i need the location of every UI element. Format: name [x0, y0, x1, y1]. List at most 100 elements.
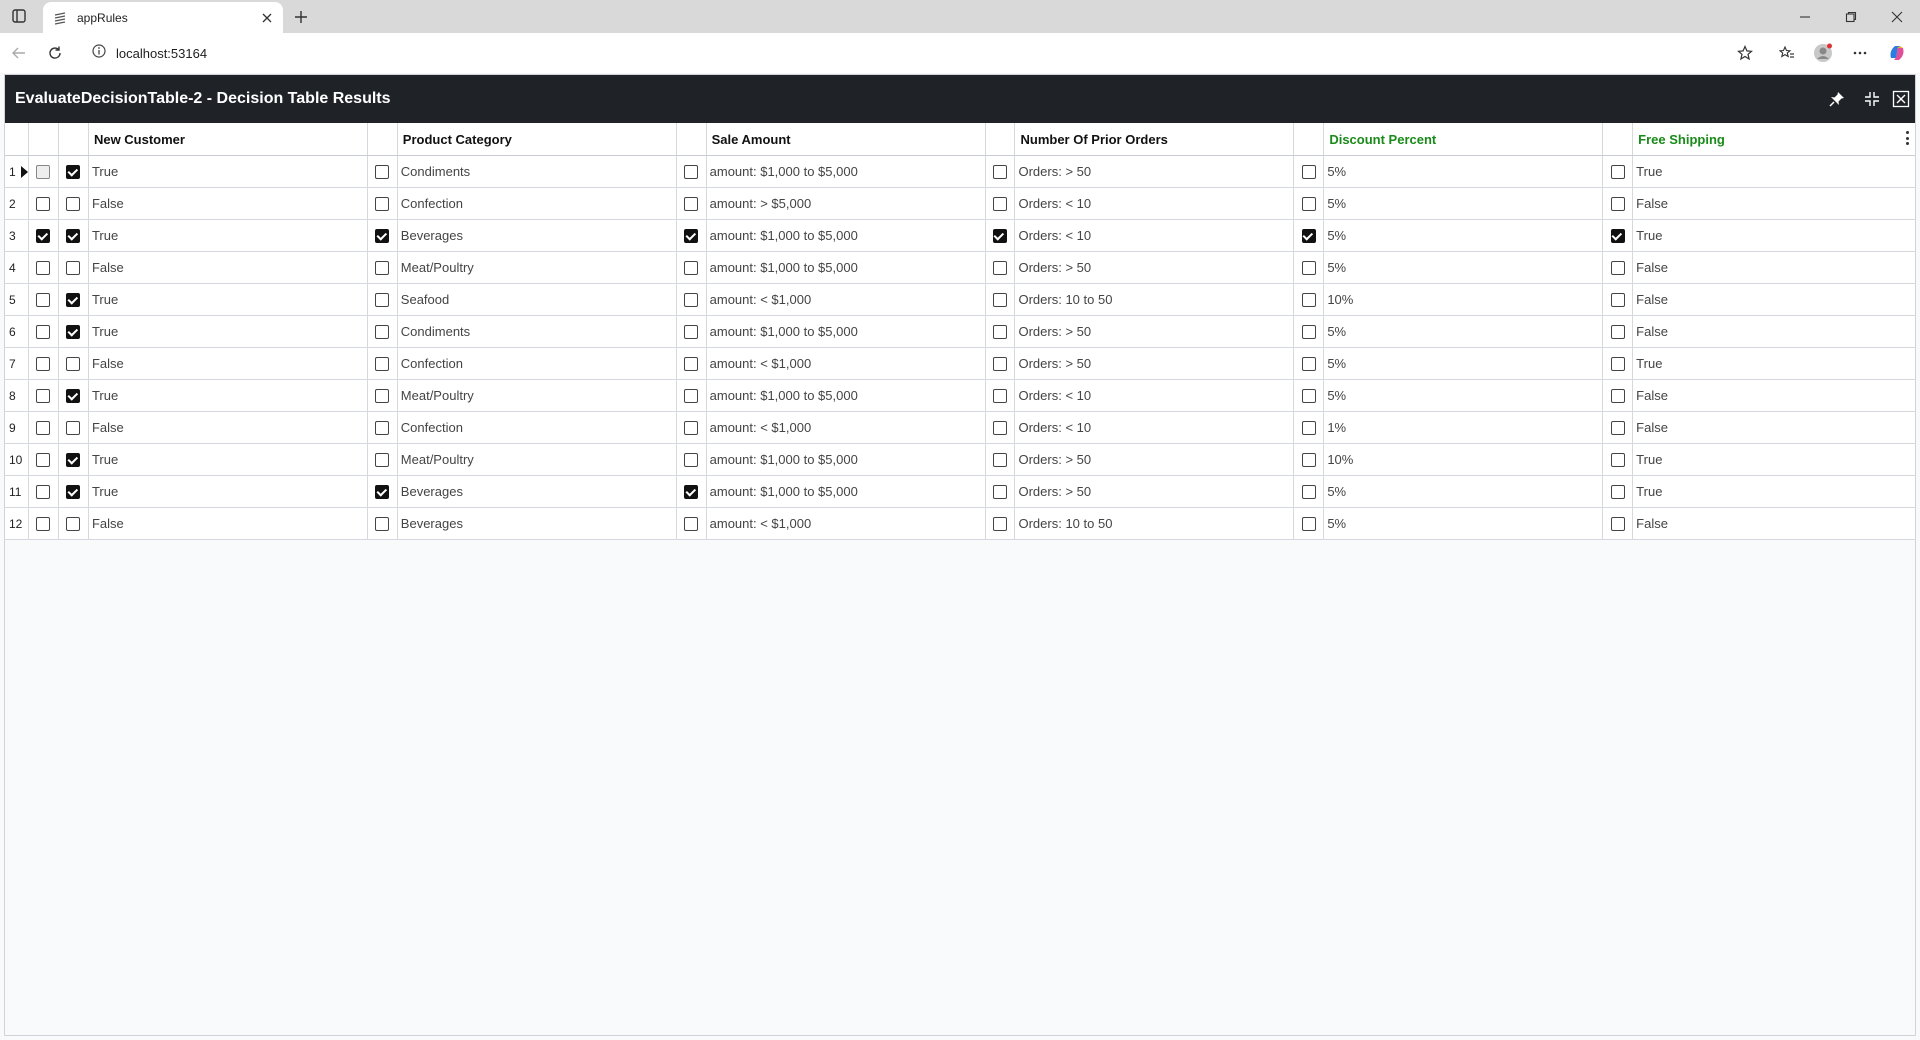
cell-value[interactable]: 5%	[1324, 316, 1604, 347]
cell-checkbox[interactable]	[66, 292, 81, 307]
row-select-checkbox[interactable]	[36, 228, 51, 243]
cell-value[interactable]: Orders: 10 to 50	[1015, 508, 1295, 539]
cell-value[interactable]: amount: < $1,000	[707, 508, 986, 539]
table-row[interactable]: 11 True Beverages amount: $1,000 to $5,000 O…	[5, 476, 1915, 508]
back-icon[interactable]	[8, 42, 30, 64]
table-row[interactable]: 1 True Condiments amount: $1,000 to $5,000 O…	[5, 156, 1915, 188]
reload-icon[interactable]	[44, 42, 66, 64]
cell-value[interactable]: 10%	[1324, 444, 1604, 475]
cell-checkbox[interactable]	[1610, 388, 1625, 403]
cell-checkbox[interactable]	[684, 452, 699, 467]
cell-value[interactable]: True	[1633, 156, 1915, 187]
cell-checkbox[interactable]	[684, 484, 699, 499]
cell-value[interactable]: False	[89, 188, 368, 219]
table-row[interactable]: 12 False Beverages amount: < $1,000 Orders: …	[5, 508, 1915, 540]
cell-value[interactable]: Confection	[398, 348, 677, 379]
cell-value[interactable]: False	[89, 508, 368, 539]
cell-checkbox[interactable]	[66, 452, 81, 467]
row-select-checkbox[interactable]	[36, 196, 51, 211]
cell-value[interactable]: Confection	[398, 412, 677, 443]
row-select-checkbox[interactable]	[36, 324, 51, 339]
row-select-checkbox[interactable]	[36, 516, 51, 531]
cell-checkbox[interactable]	[992, 388, 1007, 403]
cell-checkbox[interactable]	[66, 516, 81, 531]
minimize-icon[interactable]	[1782, 0, 1828, 33]
cell-checkbox[interactable]	[66, 228, 81, 243]
cell-value[interactable]: 5%	[1324, 188, 1604, 219]
collapse-icon[interactable]	[1862, 89, 1882, 109]
cell-value[interactable]: 5%	[1324, 220, 1604, 251]
cell-value[interactable]: Confection	[398, 188, 677, 219]
cell-value[interactable]: False	[89, 348, 368, 379]
cell-checkbox[interactable]	[375, 196, 390, 211]
cell-checkbox[interactable]	[375, 452, 390, 467]
cell-checkbox[interactable]	[1301, 388, 1316, 403]
cell-value[interactable]: True	[1633, 348, 1915, 379]
cell-checkbox[interactable]	[1610, 420, 1625, 435]
table-row[interactable]: 2 False Confection amount: > $5,000 Orders: …	[5, 188, 1915, 220]
cell-value[interactable]: Meat/Poultry	[398, 252, 677, 283]
cell-value[interactable]: Meat/Poultry	[398, 444, 677, 475]
cell-value[interactable]: False	[1633, 188, 1915, 219]
cell-checkbox[interactable]	[1610, 164, 1625, 179]
cell-value[interactable]: False	[1633, 508, 1915, 539]
cell-value[interactable]: amount: $1,000 to $5,000	[707, 316, 986, 347]
column-header[interactable]: New Customer	[89, 123, 368, 155]
cell-value[interactable]: amount: < $1,000	[707, 284, 986, 315]
cell-checkbox[interactable]	[1610, 292, 1625, 307]
cell-value[interactable]: Beverages	[398, 508, 677, 539]
sidebar-toggle-icon[interactable]	[10, 7, 28, 25]
cell-value[interactable]: False	[1633, 316, 1915, 347]
address-bar[interactable]: localhost:53164	[80, 37, 1760, 69]
cell-checkbox[interactable]	[1301, 196, 1316, 211]
cell-checkbox[interactable]	[375, 260, 390, 275]
pin-icon[interactable]	[1827, 89, 1847, 109]
cell-value[interactable]: Orders: > 50	[1015, 348, 1295, 379]
cell-checkbox[interactable]	[1610, 260, 1625, 275]
row-select-checkbox[interactable]	[36, 484, 51, 499]
favorite-star-icon[interactable]	[1734, 42, 1756, 64]
cell-value[interactable]: 5%	[1324, 380, 1604, 411]
cell-checkbox[interactable]	[684, 388, 699, 403]
cell-checkbox[interactable]	[684, 324, 699, 339]
more-options-icon[interactable]	[1849, 42, 1871, 64]
cell-value[interactable]: Orders: > 50	[1015, 156, 1295, 187]
cell-checkbox[interactable]	[66, 388, 81, 403]
cell-checkbox[interactable]	[375, 484, 390, 499]
cell-value[interactable]: Orders: > 50	[1015, 444, 1295, 475]
cell-value[interactable]: False	[1633, 380, 1915, 411]
table-row[interactable]: 5 True Seafood amount: < $1,000 Orders: 10 t…	[5, 284, 1915, 316]
cell-checkbox[interactable]	[66, 196, 81, 211]
cell-value[interactable]: Orders: > 50	[1015, 316, 1295, 347]
cell-value[interactable]: 10%	[1324, 284, 1604, 315]
cell-checkbox[interactable]	[375, 324, 390, 339]
column-header[interactable]: Free Shipping	[1633, 123, 1915, 155]
cell-value[interactable]: Seafood	[398, 284, 677, 315]
cell-value[interactable]: True	[1633, 220, 1915, 251]
cell-checkbox[interactable]	[1610, 356, 1625, 371]
cell-checkbox[interactable]	[684, 516, 699, 531]
cell-value[interactable]: True	[89, 476, 368, 507]
cell-checkbox[interactable]	[375, 388, 390, 403]
cell-value[interactable]: Orders: > 50	[1015, 252, 1295, 283]
cell-checkbox[interactable]	[1610, 516, 1625, 531]
cell-checkbox[interactable]	[1610, 228, 1625, 243]
cell-checkbox[interactable]	[992, 164, 1007, 179]
cell-value[interactable]: True	[89, 156, 368, 187]
cell-value[interactable]: Orders: < 10	[1015, 220, 1295, 251]
cell-checkbox[interactable]	[1301, 324, 1316, 339]
cell-value[interactable]: amount: < $1,000	[707, 348, 986, 379]
cell-value[interactable]: amount: < $1,000	[707, 412, 986, 443]
cell-value[interactable]: Meat/Poultry	[398, 380, 677, 411]
cell-value[interactable]: True	[89, 284, 368, 315]
cell-value[interactable]: Orders: < 10	[1015, 412, 1295, 443]
table-row[interactable]: 7 False Confection amount: < $1,000 Orders: …	[5, 348, 1915, 380]
new-tab-icon[interactable]	[290, 6, 312, 28]
column-header[interactable]: Discount Percent	[1324, 123, 1604, 155]
cell-value[interactable]: Orders: 10 to 50	[1015, 284, 1295, 315]
cell-value[interactable]: Condiments	[398, 316, 677, 347]
cell-value[interactable]: False	[1633, 284, 1915, 315]
cell-checkbox[interactable]	[66, 356, 81, 371]
cell-value[interactable]: 5%	[1324, 508, 1604, 539]
cell-checkbox[interactable]	[1610, 452, 1625, 467]
